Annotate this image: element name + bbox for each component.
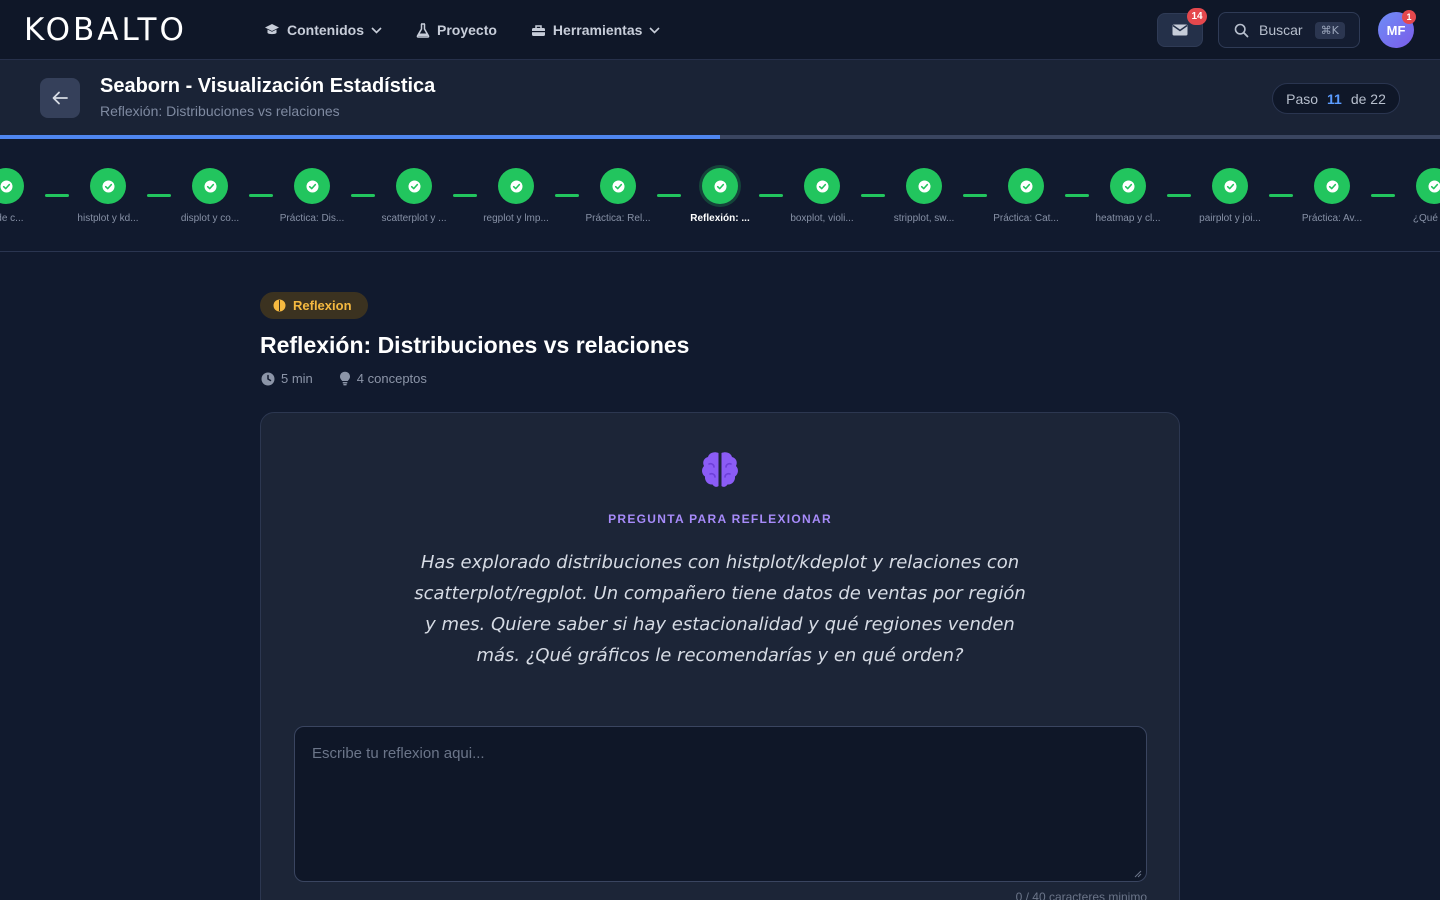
brain-icon <box>702 452 738 487</box>
check-circle-icon <box>396 168 432 204</box>
step-label: Práctica: Dis... <box>279 213 345 224</box>
check-circle-icon <box>498 168 534 204</box>
flask-icon <box>416 22 430 38</box>
check-circle-icon <box>1212 168 1248 204</box>
logo[interactable]: KOBALTO <box>24 13 187 47</box>
check-circle-icon <box>1008 168 1044 204</box>
step-label: Práctica: Av... <box>1301 213 1363 224</box>
step-label: scatterplot y ... <box>381 213 447 224</box>
reflection-kicker: PREGUNTA PARA REFLEXIONAR <box>608 512 832 526</box>
current-step-number: 11 <box>1327 90 1342 107</box>
step-11[interactable]: Práctica: Cat... <box>975 168 1077 224</box>
nav-item-label: Herramientas <box>552 22 643 38</box>
arrow-left-icon <box>52 91 68 105</box>
current-lesson-subtitle: Reflexión: Distribuciones vs relaciones <box>100 103 340 119</box>
nav-item-label: Contenidos <box>287 22 364 38</box>
step-label: s de c... <box>0 213 24 224</box>
brain-icon <box>273 299 286 312</box>
messages-button[interactable]: 14 <box>1157 8 1207 47</box>
search-shortcut: ⌘K <box>1314 21 1345 39</box>
step-7[interactable]: Práctica: Rel... <box>567 168 669 224</box>
lesson-stepper: s de c... histplot y kd... displot y co...… <box>0 139 1440 252</box>
step-label: Reflexión: ... <box>690 213 750 224</box>
nav-item-contenidos[interactable]: Contenidos <box>264 22 382 38</box>
lesson-meta: 5 min 4 conceptos <box>261 371 427 386</box>
step-indicator: Paso 11 de 22 <box>1272 83 1400 114</box>
step-label: Práctica: Rel... <box>585 213 651 224</box>
step-13[interactable]: pairplot y joi... <box>1179 168 1281 224</box>
nav-item-herramientas[interactable]: Herramientas <box>531 22 661 38</box>
step-12[interactable]: heatmap y cl... <box>1077 168 1179 224</box>
check-circle-icon <box>804 168 840 204</box>
step-6[interactable]: regplot y lmp... <box>465 168 567 224</box>
avatar-initials: MF <box>1386 22 1406 38</box>
step-label: boxplot, violi... <box>790 213 854 224</box>
check-circle-icon <box>906 168 942 204</box>
check-circle-icon <box>90 168 126 204</box>
step-total: de 22 <box>1350 90 1386 107</box>
character-counter: 0 / 40 caracteres minimo <box>1015 890 1147 900</box>
step-9[interactable]: boxplot, violi... <box>771 168 873 224</box>
course-title: Seaborn - Visualización Estadística <box>100 75 436 97</box>
step-label: stripplot, sw... <box>893 213 955 224</box>
chevron-down-icon <box>371 26 382 34</box>
notification-badge: 1 <box>1402 10 1416 24</box>
step-5[interactable]: scatterplot y ... <box>363 168 465 224</box>
search-label: Buscar <box>1259 22 1303 38</box>
step-2[interactable]: histplot y kd... <box>57 168 159 224</box>
step-label: regplot y lmp... <box>483 213 549 224</box>
step-label: histplot y kd... <box>77 213 139 224</box>
check-circle-icon <box>0 168 24 204</box>
unread-messages-badge: 14 <box>1187 8 1207 25</box>
check-circle-icon <box>1314 168 1350 204</box>
check-circle-icon <box>600 168 636 204</box>
lightbulb-icon <box>339 371 350 386</box>
step-3[interactable]: displot y co... <box>159 168 261 224</box>
nav-item-label: Proyecto <box>437 22 497 38</box>
step-8[interactable]: Reflexión: ... <box>669 168 771 224</box>
main-nav: Contenidos Proyecto Herramientas <box>264 0 694 60</box>
clock-icon <box>261 372 275 385</box>
lesson-type-label: Reflexion <box>293 298 352 313</box>
lesson-type-badge: Reflexion <box>260 292 368 319</box>
step-14[interactable]: Práctica: Av... <box>1281 168 1383 224</box>
step-4[interactable]: Práctica: Dis... <box>261 168 363 224</box>
envelope-icon <box>1172 24 1188 36</box>
reflection-question: Has explorado distribuciones con histplo… <box>414 552 1026 666</box>
resize-handle-icon[interactable] <box>1133 869 1142 878</box>
top-nav: KOBALTO Contenidos Proyecto Herramientas… <box>0 0 1440 60</box>
step-label: displot y co... <box>180 213 240 224</box>
search-button[interactable]: Buscar ⌘K <box>1218 12 1360 48</box>
chevron-down-icon <box>649 26 660 34</box>
check-circle-icon <box>1416 168 1440 204</box>
user-avatar[interactable]: MF 1 <box>1378 10 1416 48</box>
toolbox-icon <box>531 24 545 36</box>
step-label: Práctica: Cat... <box>993 213 1059 224</box>
step-10[interactable]: stripplot, sw... <box>873 168 975 224</box>
step-label: heatmap y cl... <box>1095 213 1161 224</box>
step-label: ¿Qué gra <box>1412 213 1440 224</box>
lesson-title: Reflexión: Distribuciones vs relaciones <box>260 332 690 358</box>
check-circle-icon <box>294 168 330 204</box>
lesson-duration: 5 min <box>281 371 313 386</box>
lesson-concepts: 4 conceptos <box>356 371 427 386</box>
check-circle-icon <box>1110 168 1146 204</box>
reflection-answer-input[interactable] <box>294 726 1147 882</box>
search-icon <box>1234 23 1249 37</box>
reflection-card: PREGUNTA PARA REFLEXIONAR Has explorado … <box>260 412 1180 900</box>
course-header: Seaborn - Visualización Estadística Refl… <box>0 60 1440 136</box>
step-word: Paso <box>1286 90 1319 107</box>
graduation-cap-icon <box>265 24 279 35</box>
check-circle-icon <box>192 168 228 204</box>
back-button[interactable] <box>40 78 80 118</box>
step-label: pairplot y joi... <box>1199 213 1261 224</box>
check-circle-icon <box>702 168 738 204</box>
nav-item-proyecto[interactable]: Proyecto <box>416 22 497 38</box>
step-15[interactable]: ¿Qué gra <box>1383 168 1440 224</box>
